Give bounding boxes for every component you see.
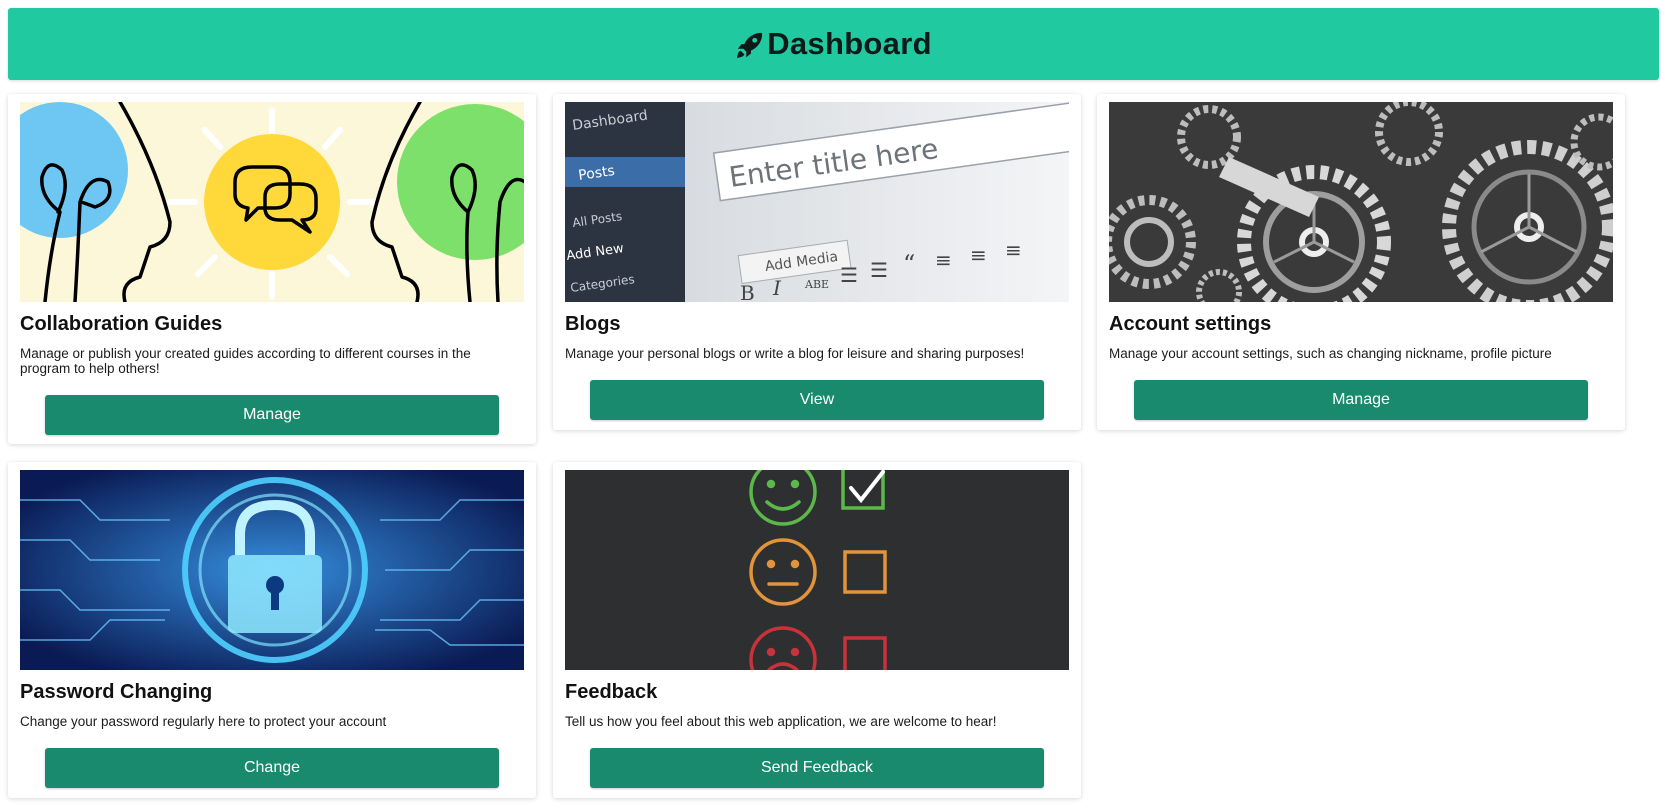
svg-text:≡: ≡ — [935, 248, 952, 272]
svg-text:I: I — [772, 276, 782, 300]
card-account-settings: Account settings Manage your account set… — [1097, 94, 1625, 430]
feedback-faces-chalkboard — [565, 470, 1069, 670]
gears-photo — [1109, 102, 1613, 302]
dashboard-header: Dashboard — [8, 8, 1659, 80]
svg-text:“: “ — [903, 250, 915, 278]
card-description: Tell us how you feel about this web appl… — [565, 714, 997, 729]
card-title: Feedback — [565, 681, 658, 703]
card-title: Account settings — [1109, 313, 1272, 335]
svg-text:☰: ☰ — [840, 263, 858, 287]
card-feedback: Feedback Tell us how you feel about this… — [553, 462, 1081, 798]
card-description: Manage your personal blogs or write a bl… — [565, 346, 1025, 361]
view-blogs-button[interactable]: View — [590, 380, 1044, 420]
card-description: Manage your account settings, such as ch… — [1109, 346, 1552, 361]
card-description: Change your password regularly here to p… — [20, 714, 387, 729]
svg-text:B: B — [740, 281, 755, 302]
svg-text:≡: ≡ — [970, 243, 987, 267]
manage-guides-button[interactable]: Manage — [45, 395, 499, 435]
svg-text:≡: ≡ — [1005, 238, 1022, 262]
card-description: Manage or publish your created guides ac… — [20, 346, 471, 376]
card-blogs: Dashboard Posts All Posts Add New Catego… — [553, 94, 1081, 430]
card-title: Blogs — [565, 313, 621, 335]
rocket-icon — [737, 32, 763, 59]
page-title: Dashboard — [767, 26, 932, 61]
svg-text:ABE: ABE — [804, 278, 829, 291]
padlock-circuit-photo — [20, 470, 524, 670]
card-collaboration-guides: Collaboration Guides Manage or publish y… — [8, 94, 536, 444]
svg-text:☰: ☰ — [870, 258, 888, 282]
card-title: Password Changing — [20, 681, 213, 703]
collaboration-illustration — [20, 102, 524, 302]
change-password-button[interactable]: Change — [45, 748, 499, 788]
send-feedback-button[interactable]: Send Feedback — [590, 748, 1044, 788]
card-title: Collaboration Guides — [20, 313, 223, 335]
manage-account-button[interactable]: Manage — [1134, 380, 1588, 420]
blog-editor-photo: Dashboard Posts All Posts Add New Catego… — [565, 102, 1069, 302]
card-password-changing: Password Changing Change your password r… — [8, 462, 536, 798]
